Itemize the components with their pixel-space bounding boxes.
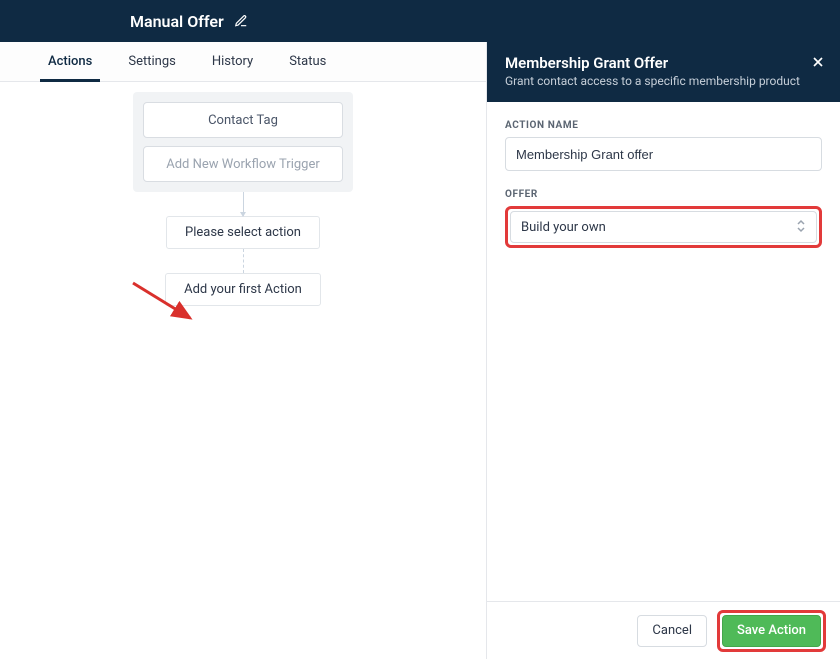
panel-title: Membership Grant Offer — [505, 54, 822, 72]
action-name-input[interactable] — [505, 137, 822, 171]
save-action-button[interactable]: Save Action — [722, 615, 821, 647]
add-first-action-step[interactable]: Add your first Action — [165, 273, 321, 306]
select-action-step[interactable]: Please select action — [166, 216, 320, 249]
offer-select-value: Build your own — [521, 220, 606, 235]
panel-header: Membership Grant Offer Grant contact acc… — [487, 42, 840, 102]
edit-title-icon[interactable] — [234, 14, 248, 28]
offer-select[interactable]: Build your own — [510, 211, 817, 243]
tab-bar: Actions Settings History Status — [0, 42, 486, 82]
connector-dashed — [243, 249, 244, 273]
chevron-updown-icon — [796, 219, 806, 235]
action-config-panel: Membership Grant Offer Grant contact acc… — [486, 42, 840, 659]
add-trigger-button[interactable]: Add New Workflow Trigger — [143, 146, 343, 182]
workflow-canvas-pane: Actions Settings History Status Contact … — [0, 42, 486, 659]
top-bar: Manual Offer — [0, 0, 840, 42]
close-icon[interactable] — [810, 54, 826, 74]
workflow-title: Manual Offer — [130, 12, 224, 31]
save-highlight: Save Action — [717, 610, 826, 652]
trigger-group: Contact Tag Add New Workflow Trigger — [133, 92, 353, 192]
tab-status[interactable]: Status — [271, 42, 344, 81]
trigger-contact-tag[interactable]: Contact Tag — [143, 102, 343, 138]
tab-history[interactable]: History — [194, 42, 271, 81]
tab-settings[interactable]: Settings — [110, 42, 193, 81]
panel-footer: Cancel Save Action — [487, 601, 840, 659]
action-name-label: ACTION NAME — [505, 120, 822, 131]
offer-label: OFFER — [505, 189, 822, 200]
cancel-button[interactable]: Cancel — [637, 615, 707, 647]
tab-actions[interactable]: Actions — [30, 42, 110, 81]
connector-line — [243, 192, 244, 216]
offer-highlight: Build your own — [505, 206, 822, 248]
panel-subtitle: Grant contact access to a specific membe… — [505, 74, 822, 88]
